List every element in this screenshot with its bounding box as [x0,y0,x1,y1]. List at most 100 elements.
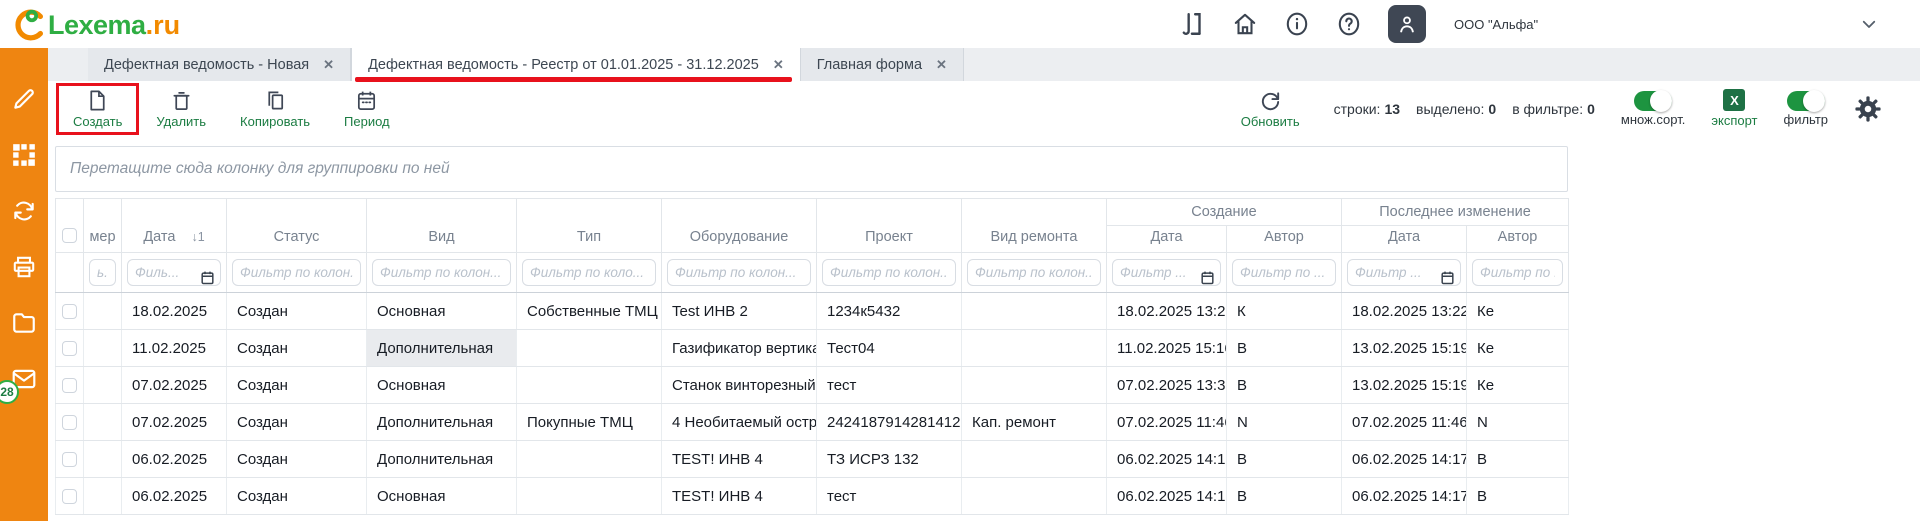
tab-defect-new[interactable]: Дефектная ведомость - Новая ✕ [88,48,351,81]
export-button[interactable]: X экспорт [1711,89,1757,128]
close-icon[interactable]: ✕ [323,57,334,73]
table-row[interactable]: 06.02.2025 Создан Дополнительная TEST! И… [56,441,1569,478]
filter-kind-input[interactable] [372,259,511,286]
col-repair-kind[interactable]: Вид ремонта [962,199,1107,253]
close-icon[interactable]: ✕ [936,57,947,73]
col-kind[interactable]: Вид [367,199,517,253]
tab-bar: Дефектная ведомость - Новая ✕ Дефектная … [48,48,1920,81]
cell-equipment: TEST! ИНВ 4 [662,441,817,478]
col-type[interactable]: Тип [517,199,662,253]
col-modification-date[interactable]: Дата [1342,226,1467,253]
edit-icon[interactable] [11,86,37,112]
select-all-checkbox[interactable] [62,228,77,243]
logo-text: Lexema [48,10,146,41]
row-checkbox[interactable] [62,378,77,393]
cell-creation-date: 06.02.2025 14:12 [1107,441,1227,478]
col-equipment[interactable]: Оборудование [662,199,817,253]
top-bar: Lexema.ru ООО "Альфа" [0,0,1920,48]
info-icon[interactable] [1284,11,1310,37]
filter-row [56,253,1569,293]
col-creation-author[interactable]: Автор [1227,226,1342,253]
cell-modification-date: 06.02.2025 14:17 [1342,441,1467,478]
cell-status: Создан [227,367,367,404]
journal-icon[interactable] [1180,11,1206,37]
copy-button[interactable]: Копировать [232,89,318,129]
multisort-toggle[interactable]: множ.сорт. [1621,91,1685,127]
left-sidebar: 28 [0,48,48,521]
table-row[interactable]: 18.02.2025 Создан Основная Собственные Т… [56,293,1569,330]
refresh-button[interactable]: Обновить [1233,89,1308,129]
filter-equipment-input[interactable] [667,259,811,286]
table-row[interactable]: 07.02.2025 Создан Дополнительная Покупны… [56,404,1569,441]
row-checkbox[interactable] [62,341,77,356]
home-icon[interactable] [1232,11,1258,37]
filter-creation-date-input[interactable] [1112,259,1221,286]
printer-icon[interactable] [11,254,37,280]
tab-label: Дефектная ведомость - Реестр от 01.01.20… [368,57,759,73]
col-status[interactable]: Статус [227,199,367,253]
select-all-cell [56,199,84,253]
table-row[interactable]: 07.02.2025 Создан Основная Станок винтор… [56,367,1569,404]
cell-modification-author: Ке [1467,330,1569,367]
cell-modification-date: 18.02.2025 13:22 [1342,293,1467,330]
filter-toggle[interactable]: фильтр [1784,91,1828,127]
col-group-modification: Последнее изменение [1342,199,1569,226]
cell-creation-author: В [1227,478,1342,515]
calendar-icon [355,89,378,112]
filter-repair-input[interactable] [967,259,1101,286]
cell-creation-author: В [1227,330,1342,367]
chevron-down-icon[interactable] [1860,15,1878,33]
tab-main-form[interactable]: Главная форма ✕ [801,48,964,81]
create-button[interactable]: Создать [65,89,130,129]
sync-icon[interactable] [11,198,37,224]
user-avatar[interactable] [1388,5,1426,43]
filter-creation-author-input[interactable] [1232,259,1336,286]
cell-kind: Основная [367,293,517,330]
cell-modification-author: Ке [1467,293,1569,330]
cell-status: Создан [227,478,367,515]
toggle-on-icon [1634,91,1672,111]
toolbar: Создать Удалить Копи [48,81,1920,136]
filter-project-input[interactable] [822,259,956,286]
folder-icon[interactable] [11,310,37,336]
filter-date-input[interactable] [127,259,221,286]
cell-number [84,404,122,441]
filter-type-input[interactable] [522,259,656,286]
col-project[interactable]: Проект [817,199,962,253]
filter-modification-date-input[interactable] [1347,259,1461,286]
cell-status: Создан [227,330,367,367]
cell-repair: Кап. ремонт [962,404,1107,441]
row-checkbox[interactable] [62,415,77,430]
cell-creation-date: 11.02.2025 15:16 [1107,330,1227,367]
help-icon[interactable] [1336,11,1362,37]
table-row[interactable]: 11.02.2025 Создан Дополнительная Газифик… [56,330,1569,367]
tab-defect-registry[interactable]: Дефектная ведомость - Реестр от 01.01.20… [351,48,801,81]
filter-number-input[interactable] [89,259,116,286]
row-checkbox[interactable] [62,304,77,319]
row-checkbox[interactable] [62,452,77,467]
apps-grid-icon[interactable] [11,142,37,168]
cell-project: Тест04 [817,330,962,367]
col-group-creation: Создание [1107,199,1342,226]
col-modification-author[interactable]: Автор [1467,226,1569,253]
col-number[interactable]: мер [84,199,122,253]
row-checkbox[interactable] [62,489,77,504]
delete-button[interactable]: Удалить [148,89,214,129]
mail-icon[interactable]: 28 [11,366,37,392]
table-row[interactable]: 06.02.2025 Создан Основная TEST! ИНВ 4 т… [56,478,1569,515]
close-icon[interactable]: ✕ [773,57,784,73]
col-creation-date[interactable]: Дата [1107,226,1227,253]
filter-status-input[interactable] [232,259,361,286]
gear-icon[interactable] [1854,95,1882,123]
group-by-panel[interactable]: Перетащите сюда колонку для группировки … [55,146,1568,192]
cell-type [517,330,662,367]
lexema-logo[interactable]: Lexema.ru [10,6,180,44]
col-date[interactable]: Дата↓1 [122,199,227,253]
cell-equipment: TEST! ИНВ 4 [662,478,817,515]
cell-creation-date: 07.02.2025 11:46 [1107,404,1227,441]
filter-modification-author-input[interactable] [1472,259,1563,286]
toggle-on-icon [1787,91,1825,111]
cell-equipment: 4 Необитаемый остр [662,404,817,441]
period-button[interactable]: Период [336,89,398,129]
cell-repair [962,367,1107,404]
